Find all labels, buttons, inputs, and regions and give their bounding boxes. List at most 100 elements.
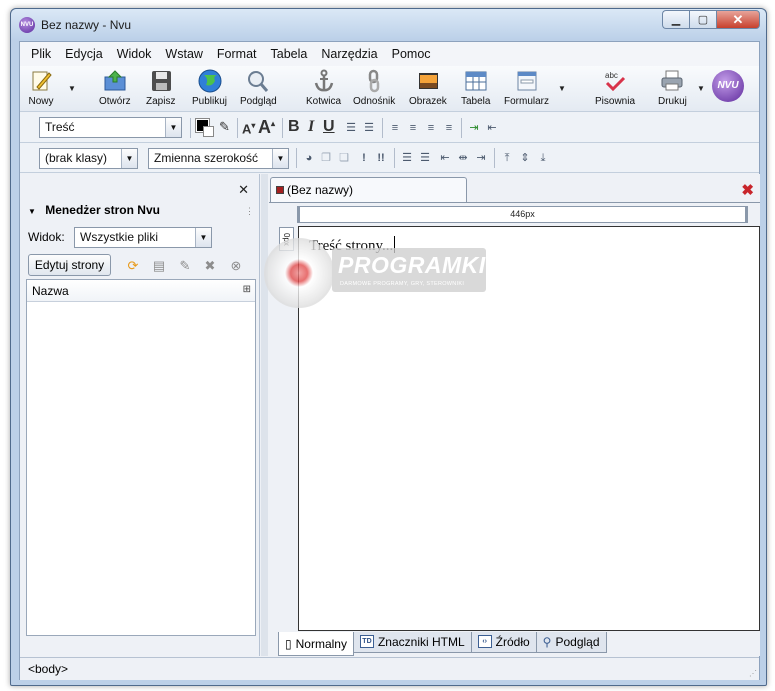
menu-wstaw[interactable]: Wstaw (158, 47, 210, 61)
outdent-icon[interactable]: ⇤ (485, 121, 499, 135)
menu-narzedzia[interactable]: Narzędzia (314, 47, 384, 61)
nvu-app-icon: NVU (19, 17, 35, 33)
tab-divider (269, 202, 760, 203)
menu-tabela[interactable]: Tabela (264, 47, 315, 61)
column-picker-icon[interactable]: ⊞ (243, 284, 251, 295)
document-tab[interactable]: (Bez nazwy) (270, 177, 467, 202)
link-button[interactable]: Odnośnik (353, 69, 395, 107)
tab-preview[interactable]: ⚲ Podgląd (535, 632, 607, 653)
align-right-box-icon[interactable]: ⇥ (474, 151, 488, 165)
highlight-pen-icon[interactable]: ✎ (219, 119, 230, 135)
larger-font-button[interactable]: A▴ (258, 117, 275, 138)
save-button[interactable]: Zapisz (146, 69, 175, 107)
menu-bar: Plik Edycja Widok Wstaw Format Tabela Na… (20, 42, 759, 66)
edit-mode-tabs: ▯ Normalny TD Znaczniki HTML ‹› Źródło ⚲… (278, 632, 607, 656)
editor-area: (Bez nazwy) ✖ 446px 0px Treść strony... … (269, 174, 760, 656)
print-dropdown-arrow[interactable]: ▼ (697, 84, 705, 93)
status-tag-path[interactable]: <body> (28, 662, 68, 676)
font-select[interactable]: Zmienna szerokość ▼ (148, 148, 289, 169)
site-file-tree[interactable]: Nazwa ⊞ (26, 279, 256, 636)
align-center-box-icon[interactable]: ⇹ (456, 151, 470, 165)
new-button[interactable]: Nowy (28, 69, 54, 107)
site-manager-header[interactable]: ▼ Menedżer stron Nvu (28, 203, 256, 223)
double-important-icon[interactable]: !! (374, 151, 388, 165)
bulleted-list-icon[interactable]: ☰ (362, 121, 376, 135)
panel-grip-icon[interactable]: ⋮ (245, 206, 254, 217)
tab-html-tags[interactable]: TD Znaczniki HTML (352, 632, 472, 653)
indent-icon[interactable]: ⇥ (467, 121, 481, 135)
document-text[interactable]: Treść strony... (309, 236, 396, 255)
underline-button[interactable]: U (323, 118, 335, 136)
close-tab-button[interactable]: ✖ (741, 181, 754, 199)
tab-source[interactable]: ‹› Źródło (470, 632, 537, 653)
menu-edycja[interactable]: Edycja (58, 47, 110, 61)
window-controls: ▁ ▢ ✕ (662, 10, 760, 29)
document-canvas[interactable]: Treść strony... (298, 226, 760, 631)
maximize-button[interactable]: ▢ (689, 10, 716, 29)
preview-button[interactable]: Podgląd (240, 69, 277, 107)
layer-icon[interactable]: ◕ (302, 151, 316, 165)
form-dropdown-arrow[interactable]: ▼ (558, 84, 566, 93)
spellcheck-button[interactable]: abc Pisownia (595, 69, 635, 107)
layer-stack-icon[interactable]: ❏ (337, 151, 351, 165)
valign-bottom-icon[interactable]: ⤓ (536, 151, 550, 165)
new-folder-icon[interactable]: ▤ (151, 258, 167, 274)
align-center-icon[interactable]: ≡ (406, 121, 420, 135)
menu-pomoc[interactable]: Pomoc (385, 47, 438, 61)
separator (382, 118, 383, 138)
panel-splitter[interactable] (261, 174, 268, 656)
source-code-icon: ‹› (477, 635, 492, 648)
valign-middle-icon[interactable]: ⇕ (518, 151, 532, 165)
separator (190, 118, 191, 138)
table-button[interactable]: Tabela (461, 69, 490, 107)
form-button[interactable]: Formularz (504, 69, 549, 107)
important-icon[interactable]: ! (357, 151, 371, 165)
image-button[interactable]: Obrazek (409, 69, 447, 107)
class-select[interactable]: (brak klasy) ▼ (39, 148, 138, 169)
new-dropdown-arrow[interactable]: ▼ (68, 84, 76, 93)
composition-toolbar: Nowy ▼ Otwórz Zapisz Publikuj Podgląd Ko… (20, 66, 759, 112)
view-select[interactable]: Wszystkie pliki ▼ (74, 227, 212, 248)
open-folder-icon (102, 69, 128, 93)
list-outdent-icon[interactable]: ☰ (418, 151, 432, 165)
align-left-icon[interactable]: ≡ (388, 121, 402, 135)
paragraph-style-select[interactable]: Treść ▼ (39, 117, 182, 138)
background-color-button[interactable] (203, 126, 214, 137)
numbered-list-icon[interactable]: ☰ (344, 121, 358, 135)
open-button[interactable]: Otwórz (99, 69, 131, 107)
print-button[interactable]: Drukuj (658, 69, 687, 107)
site-manager-panel: ✕ ▼ Menedżer stron Nvu ⋮ Widok: Wszystki… (20, 174, 260, 656)
anchor-button[interactable]: Kotwica (306, 69, 341, 107)
minimize-button[interactable]: ▁ (662, 10, 689, 29)
valign-top-icon[interactable]: ⤒ (500, 151, 514, 165)
edit-sites-button[interactable]: Edytuj strony (28, 254, 111, 276)
bold-button[interactable]: B (288, 118, 300, 136)
title-bar[interactable]: NVU Bez nazwy - Nvu ▁ ▢ ✕ (11, 9, 766, 39)
svg-text:abc: abc (605, 71, 618, 80)
tab-normal[interactable]: ▯ Normalny (278, 632, 354, 656)
layer-position-icon[interactable]: ❐ (319, 151, 333, 165)
align-right-icon[interactable]: ≡ (424, 121, 438, 135)
vertical-ruler: 0px (279, 227, 294, 251)
app-window: NVU Bez nazwy - Nvu ▁ ▢ ✕ Plik Edycja Wi… (10, 8, 767, 686)
menu-plik[interactable]: Plik (24, 47, 58, 61)
refresh-site-icon[interactable]: ⟳ (125, 258, 141, 274)
rename-icon[interactable]: ✎ (177, 258, 193, 274)
delete-icon[interactable]: ✖ (202, 258, 218, 274)
column-header-name[interactable]: Nazwa ⊞ (27, 280, 255, 302)
smaller-font-button[interactable]: A▾ (242, 121, 255, 136)
close-window-button[interactable]: ✕ (716, 10, 760, 29)
document-tab-icon (276, 186, 284, 194)
close-panel-button[interactable]: ✕ (238, 182, 249, 198)
list-indent-icon[interactable]: ☰ (400, 151, 414, 165)
menu-format[interactable]: Format (210, 47, 264, 61)
resize-grip-icon[interactable]: ⋰ (749, 669, 757, 678)
align-justify-icon[interactable]: ≡ (442, 121, 456, 135)
menu-widok[interactable]: Widok (110, 47, 159, 61)
italic-button[interactable]: I (308, 118, 314, 136)
publish-button[interactable]: Publikuj (192, 69, 227, 107)
align-left-box-icon[interactable]: ⇤ (438, 151, 452, 165)
stop-icon[interactable]: ⊗ (228, 258, 244, 274)
nvu-logo: NVU (712, 70, 744, 102)
table-icon (463, 69, 489, 93)
